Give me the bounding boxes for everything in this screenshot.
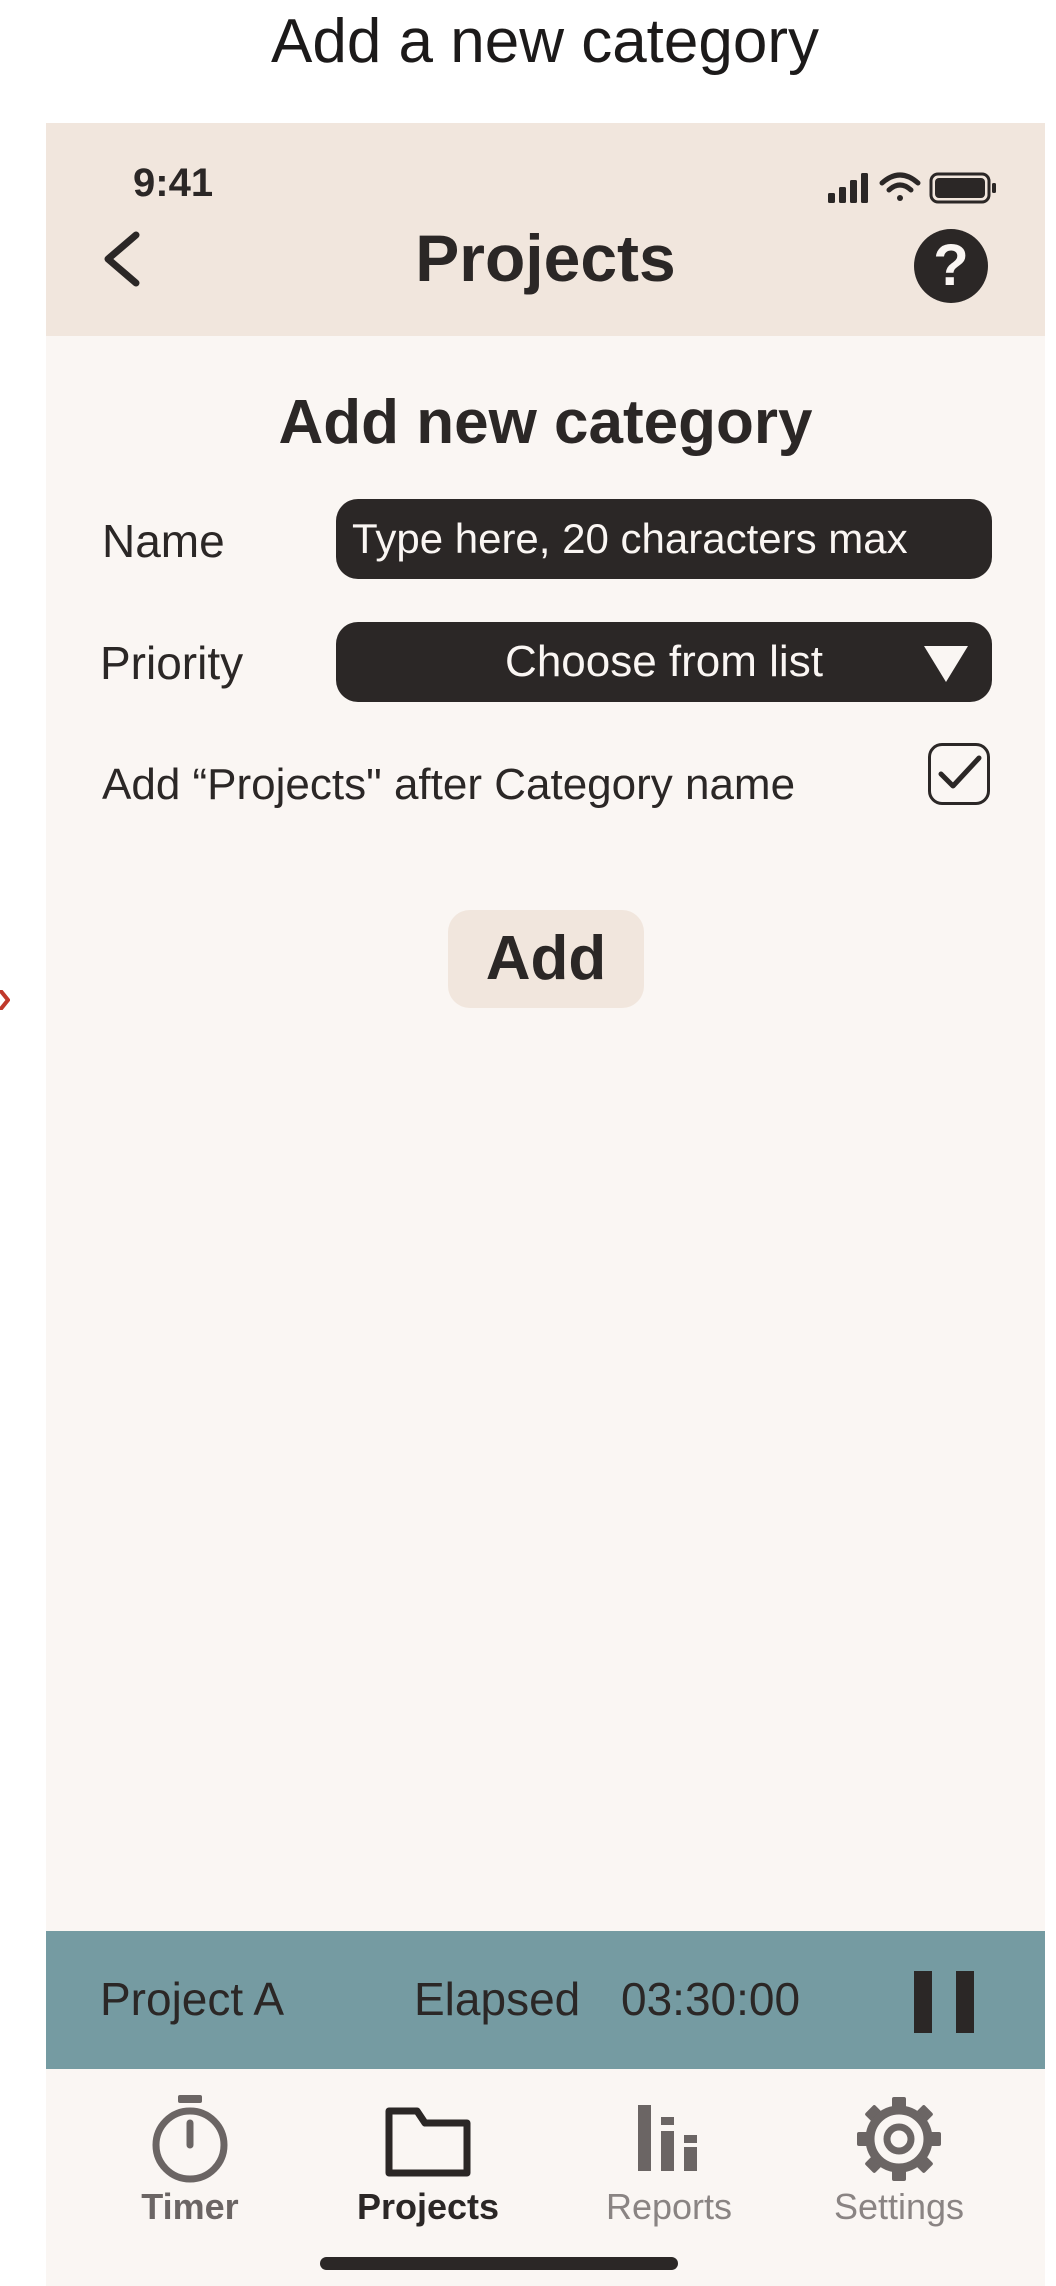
append-projects-label: Add “Projects" after Category name <box>102 760 796 809</box>
add-button[interactable]: Add <box>448 910 644 1008</box>
help-button[interactable]: ? <box>914 229 988 303</box>
home-indicator <box>320 2257 678 2270</box>
navigation-header: 9:41 Projects ? <box>46 123 1045 336</box>
tab-projects-label: Projects <box>356 2186 500 2227</box>
priority-label: Priority <box>100 637 244 689</box>
priority-dropdown[interactable]: Choose from list <box>336 622 992 702</box>
status-bar-time: 9:41 <box>133 161 214 205</box>
elapsed-time: 03:30:00 <box>621 1973 801 2025</box>
bottom-tab-bar: Timer Projects Reports Settings <box>46 2069 1045 2286</box>
name-label: Name <box>102 515 225 567</box>
wifi-icon <box>879 172 921 201</box>
battery-icon <box>929 172 996 204</box>
running-timer-bar: Project A Elapsed 03:30:00 <box>46 1931 1045 2069</box>
pause-icon <box>914 1971 932 2033</box>
page-title: Projects <box>415 221 676 295</box>
timer-project-name: Project A <box>100 1973 285 2025</box>
form-title: Add new category <box>278 388 813 457</box>
pause-button[interactable] <box>914 1971 974 2033</box>
tab-projects[interactable]: Projects <box>338 2091 518 2241</box>
folder-icon <box>385 2107 471 2177</box>
annotation-mark <box>0 990 10 1010</box>
append-projects-checkbox[interactable] <box>928 743 990 805</box>
checkmark-icon <box>938 755 982 789</box>
triangle-down-icon <box>924 646 968 682</box>
tab-timer[interactable]: Timer <box>100 2091 280 2241</box>
elapsed-label: Elapsed <box>414 1973 581 2025</box>
stopwatch-icon <box>152 2095 228 2183</box>
tab-settings[interactable]: Settings <box>809 2091 989 2241</box>
bar-chart-icon <box>638 2105 697 2171</box>
priority-selected-value: Choose from list <box>505 637 823 686</box>
status-bar-icons <box>828 172 996 204</box>
cellular-signal-icon <box>828 173 868 203</box>
tab-reports-label: Reports <box>605 2186 733 2227</box>
page-caption: Add a new category <box>270 7 819 76</box>
tab-timer-label: Timer <box>141 2186 239 2227</box>
name-input[interactable] <box>336 499 992 579</box>
tab-settings-label: Settings <box>833 2186 965 2227</box>
gear-icon <box>857 2097 941 2181</box>
phone-screen: 9:41 Projects ? Add new category Name Ty… <box>46 123 1045 2286</box>
tab-reports[interactable]: Reports <box>579 2091 759 2241</box>
